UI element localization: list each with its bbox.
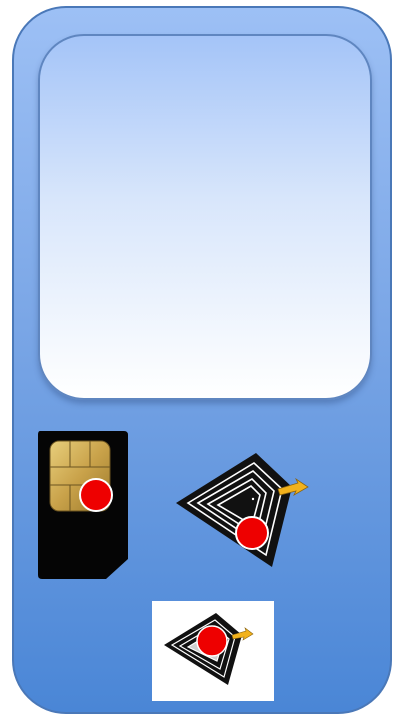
- nfc-tag-icon: [164, 613, 254, 685]
- sim-card-icon: [38, 431, 128, 579]
- phone-screen: [38, 34, 372, 400]
- marker-dot: [196, 625, 228, 657]
- phone-body: [12, 6, 392, 714]
- marker-dot: [79, 478, 113, 512]
- nfc-tag-card: [152, 601, 274, 701]
- nfc-tag-icon: [176, 453, 309, 567]
- marker-dot: [235, 516, 269, 550]
